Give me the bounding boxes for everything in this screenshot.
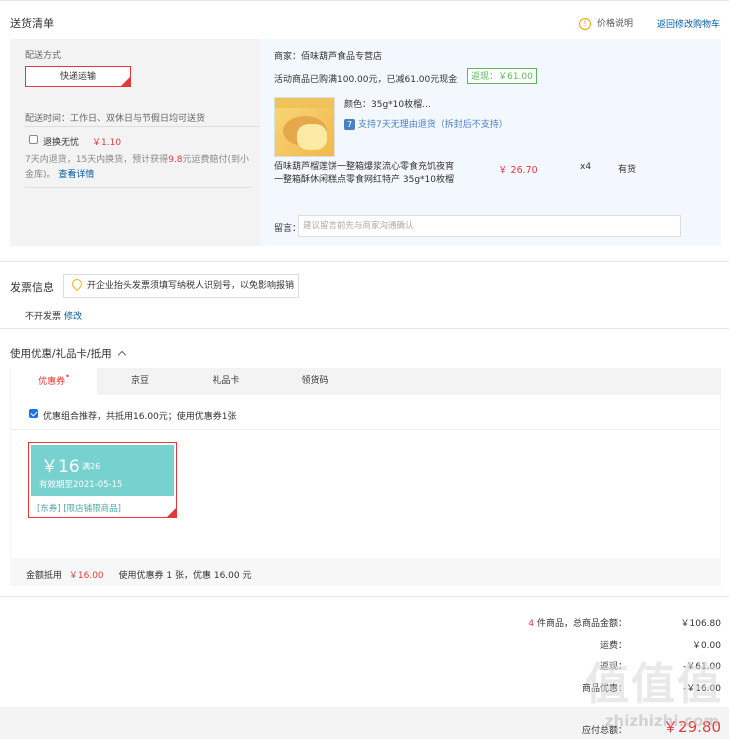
- rebate-badge: 返现：￥61.00: [467, 68, 537, 84]
- return-worry-free-price: ￥1.10: [92, 138, 122, 148]
- return-worry-free-label: 退换无忧: [43, 138, 80, 148]
- coupon-section-title[interactable]: 使用优惠/礼品卡/抵用: [10, 346, 127, 361]
- invoice-value: 不开发票: [25, 312, 62, 322]
- product-quantity: x4: [580, 162, 592, 172]
- coupon-validity: 有效期至2021-05-15: [39, 480, 123, 490]
- panel-divider-bottom: [25, 187, 251, 188]
- coupon-condition: 满26: [82, 462, 101, 471]
- total-goods-amount: ￥106.80: [680, 619, 722, 629]
- location-pin-icon: [69, 276, 85, 292]
- price-info-link[interactable]: ! 价格说明: [579, 16, 633, 30]
- coupon-divider: [11, 429, 720, 430]
- coupon-list: 优惠组合推荐，共抵用16.00元；使用优惠券1张 ￥16 满26 有效期至202…: [11, 395, 720, 558]
- tab-gift-card[interactable]: 礼品卡: [196, 368, 256, 395]
- watermark-site: zhizhizhi.com: [604, 712, 719, 730]
- section-divider: [0, 596, 729, 597]
- store-panel: 商家：佰味葫芦食品专营店 活动商品已购满100.00元，已减61.00元现金 返…: [260, 39, 721, 246]
- new-dot-icon: •: [65, 372, 70, 381]
- top-divider: [0, 0, 729, 1]
- remark-input[interactable]: 建议留言前先与商家沟通确认: [298, 215, 681, 237]
- return-worry-free-desc: 7天内退货，15天内换货，预计获得9.8元运费赔付(到小 金库)。 查看详情: [25, 155, 250, 180]
- stock-status: 有货: [618, 165, 637, 175]
- delivery-method-label: 配送方式: [25, 51, 62, 61]
- section-divider: [0, 261, 729, 262]
- return-7day-icon: 7: [344, 119, 355, 130]
- invoice-title: 发票信息: [10, 281, 54, 294]
- view-details-link[interactable]: 查看详情: [58, 170, 94, 180]
- panel-divider: [25, 126, 265, 127]
- remark-label: 留言：: [274, 224, 302, 234]
- coupon-amount: ￥16: [41, 457, 80, 477]
- section-divider: [0, 328, 729, 329]
- return-policy: 7 支持7天无理由退货（拆封后不支持）: [344, 117, 508, 130]
- selected-corner-icon: [121, 77, 130, 86]
- coupon-panel: 优惠券• 京豆 礼品卡 领货码 优惠组合推荐，共抵用16.00元；使用优惠券1张…: [10, 368, 721, 586]
- info-icon: !: [579, 18, 591, 30]
- merchant-name: 商家：佰味葫芦食品专营店: [274, 52, 383, 62]
- tab-jd-beans[interactable]: 京豆: [110, 368, 170, 395]
- total-goods-label: 4 件商品，总商品金额：: [528, 619, 627, 629]
- delivery-method-value: 快递运输: [59, 72, 96, 82]
- product-price: ￥ 26.70: [498, 165, 538, 176]
- back-to-cart-link[interactable]: 返回修改购物车: [657, 17, 720, 30]
- tab-coupons[interactable]: 优惠券•: [11, 368, 97, 395]
- price-info-label: 价格说明: [597, 19, 634, 29]
- delivery-method-express-button[interactable]: 快递运输: [25, 66, 131, 87]
- promo-text: 活动商品已购满100.00元，已减61.00元现金: [274, 75, 458, 85]
- chevron-up-icon: [117, 350, 127, 360]
- invoice-edit-link[interactable]: 修改: [64, 309, 82, 322]
- invoice-tip: 开企业抬头发票须填写纳税人识别号，以免影响报销: [63, 274, 299, 298]
- delivery-time-text: 配送时间：工作日、双休日与节假日均可送货: [25, 114, 206, 124]
- coupon-tabs: 优惠券• 京豆 礼品卡 领货码: [10, 368, 721, 395]
- recommend-combo-text: 优惠组合推荐，共抵用16.00元；使用优惠券1张: [43, 412, 237, 422]
- product-name[interactable]: 佰味葫芦榴莲饼一整箱爆浆流心零食充饥夜宵 一整箱酥休闲糕点零食网红特产 35g*1…: [274, 161, 484, 187]
- recommend-combo-checkbox[interactable]: [29, 409, 38, 418]
- coupon-tags: [东券] [限店铺限商品]: [37, 504, 121, 514]
- product-thumbnail[interactable]: [274, 97, 335, 157]
- coupon-card[interactable]: ￥16 满26 有效期至2021-05-15 [东券] [限店铺限商品]: [28, 442, 177, 518]
- section-title-delivery-list: 送货清单: [10, 17, 54, 30]
- product-variant: 颜色：35g*10枚榴...: [344, 100, 431, 110]
- coupon-selected-corner-icon: [167, 508, 176, 517]
- coupon-summary: 金额抵用 ￥16.00 使用优惠券 1 张，优惠 16.00 元: [26, 571, 252, 581]
- watermark-logo: 值值值: [585, 659, 723, 710]
- delivery-panel: 配送方式 快递运输 配送时间：工作日、双休日与节假日均可送货 退换无忧 ￥1.1…: [10, 39, 265, 246]
- coupon-card-header: ￥16 满26 有效期至2021-05-15: [31, 445, 174, 496]
- return-worry-free-checkbox[interactable]: [29, 135, 38, 144]
- tab-redeem-code[interactable]: 领货码: [285, 368, 345, 395]
